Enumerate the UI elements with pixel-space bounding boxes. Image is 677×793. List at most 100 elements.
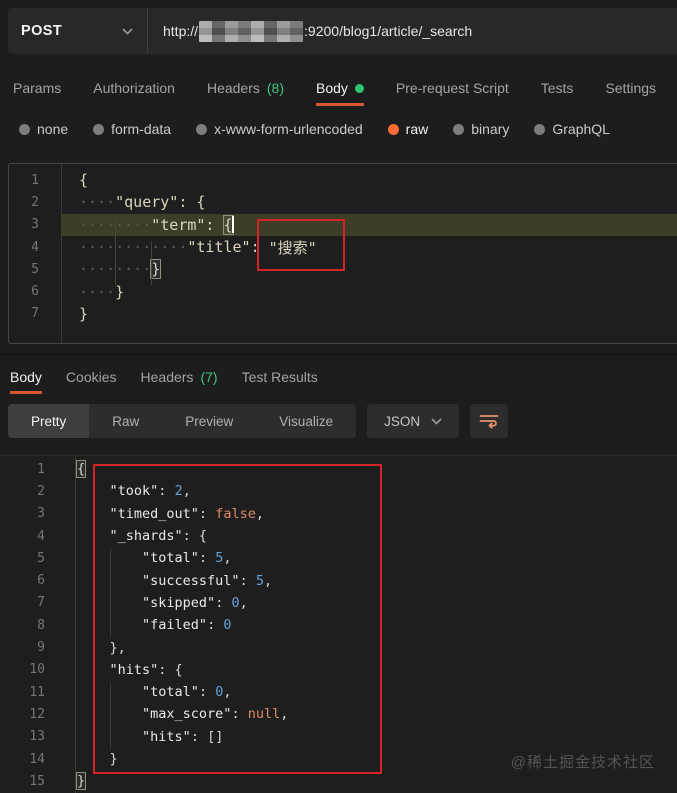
tab-count: (8) [266, 80, 284, 96]
line-number: 11 [29, 684, 45, 700]
code-line: 6 ····} [9, 280, 677, 302]
request-body-editor[interactable]: 1{ 2 ···· "query": { 3 ········ "term": { 4 ····… [8, 163, 677, 344]
code-line: 2 ···· "query": { [9, 191, 677, 213]
mode-label: form-data [111, 121, 172, 137]
code-line: 1{ [9, 169, 677, 191]
line-number: 3 [31, 217, 39, 233]
request-tab-authorization[interactable]: Authorization [93, 70, 175, 106]
request-tab-pre-request-script[interactable]: Pre-request Script [396, 70, 509, 106]
modified-indicator-dot [354, 83, 364, 93]
view-visualize[interactable]: Visualize [256, 404, 356, 438]
indent-guide [115, 219, 116, 285]
body-mode-none[interactable]: none [19, 121, 68, 137]
line-number: 5 [37, 550, 45, 566]
url-input[interactable]: http:// :9200/blog1/article/_search [148, 8, 677, 54]
request-tab-settings[interactable]: Settings [605, 70, 656, 106]
body-mode-binary[interactable]: binary [453, 121, 509, 137]
wrap-text-icon [479, 415, 499, 429]
mode-label: x-www-form-urlencoded [214, 121, 363, 137]
view-raw[interactable]: Raw [89, 404, 162, 438]
text-cursor [232, 216, 234, 233]
url-prefix: http:// [163, 23, 199, 39]
tab-label: Body [316, 80, 348, 96]
chevron-down-icon [122, 27, 133, 35]
radio-icon [93, 123, 105, 135]
code-text: ············ "title": "搜索" [79, 238, 317, 257]
tab-label: Headers [140, 369, 194, 385]
response-tab-cookies[interactable]: Cookies [66, 360, 117, 394]
watermark: @稀土掘金技术社区 [510, 754, 655, 771]
line-number: 14 [29, 751, 45, 767]
tab-label: Params [13, 80, 62, 96]
url-suffix: :9200/blog1/article/_search [304, 23, 473, 39]
radio-icon [387, 123, 399, 135]
response-tab-body[interactable]: Body [10, 360, 42, 394]
response-view-switcher: Pretty Raw Preview Visualize [8, 404, 357, 438]
tab-label: Test Results [241, 369, 318, 385]
line-number: 4 [31, 239, 39, 255]
request-tabs: Params Authorization Headers (8) Body Pre-req… [0, 70, 656, 106]
line-number: 8 [37, 617, 45, 633]
line-number: 4 [37, 528, 45, 544]
radio-icon [453, 123, 465, 135]
response-tab-test-results[interactable]: Test Results [242, 360, 318, 394]
line-number: 2 [31, 194, 39, 210]
line-number: 5 [31, 261, 39, 277]
line-number: 2 [37, 483, 45, 499]
line-number: 3 [37, 506, 45, 522]
request-tab-headers[interactable]: Headers (8) [207, 70, 284, 106]
postman-window: POST http://:9200/blog1/article/_search … [0, 0, 677, 793]
line-number: 13 [29, 729, 45, 745]
request-tab-tests[interactable]: Tests [541, 70, 574, 106]
code-text: ···· "query": { [79, 193, 206, 212]
mode-label: GraphQL [552, 121, 610, 137]
format-label: JSON [384, 413, 421, 429]
section-divider [0, 353, 677, 355]
response-tab-headers[interactable]: Headers (7) [141, 360, 218, 394]
annotation-box-response [93, 464, 382, 774]
request-tab-params[interactable]: Params [13, 70, 61, 106]
format-dropdown[interactable]: JSON [367, 404, 460, 438]
response-tabs: Body Cookies Headers (7) Test Results [0, 360, 318, 394]
mode-label: none [37, 121, 69, 137]
body-mode-options: none form-data x-www-form-urlencoded raw bin… [0, 112, 610, 146]
tab-label: Cookies [65, 369, 117, 385]
wrap-text-button[interactable] [470, 404, 509, 438]
body-mode-form-data[interactable]: form-data [93, 121, 171, 137]
radio-icon [19, 123, 30, 135]
line-number: 7 [37, 595, 45, 611]
tab-label: Settings [605, 80, 657, 96]
code-text: ········ "term": { [61, 213, 677, 236]
code-text: ····} [79, 282, 125, 301]
request-url-bar: POST http:// :9200/blog1/article/_search [8, 8, 677, 54]
view-preview[interactable]: Preview [162, 404, 256, 438]
line-number: 10 [29, 662, 45, 678]
code-text: } [79, 304, 89, 323]
tab-count: (7) [200, 369, 218, 385]
tab-label: Pre-request Script [395, 80, 509, 96]
line-number: 9 [37, 640, 45, 656]
line-number: 15 [29, 773, 45, 789]
redacted-host-blur [199, 20, 304, 42]
body-mode-x-www-form-urlencoded[interactable]: x-www-form-urlencoded [196, 121, 363, 137]
body-mode-graphql[interactable]: GraphQL [534, 121, 610, 137]
tab-label: Headers [206, 80, 260, 96]
view-pretty[interactable]: Pretty [8, 404, 90, 438]
request-tab-body[interactable]: Body [316, 70, 364, 106]
mode-label: raw [405, 121, 429, 137]
tab-label: Tests [540, 80, 574, 96]
method-label: POST [21, 23, 63, 39]
indent-guide [151, 241, 152, 285]
chevron-down-icon [431, 417, 442, 425]
body-mode-raw[interactable]: raw [387, 121, 429, 137]
response-body-editor[interactable]: 1{2 "took": 2,3 "timed_out": false, 4 "_s… [0, 455, 677, 793]
annotation-box-request [257, 219, 345, 271]
line-number: 6 [31, 284, 39, 300]
radio-icon [196, 123, 208, 135]
code-text: ········} [79, 259, 162, 280]
line-number: 6 [37, 573, 45, 589]
tab-label: Body [10, 369, 42, 385]
response-toolbar: Pretty Raw Preview Visualize JSON [0, 403, 509, 439]
method-selector[interactable]: POST [8, 8, 147, 54]
line-number: 1 [31, 172, 39, 188]
